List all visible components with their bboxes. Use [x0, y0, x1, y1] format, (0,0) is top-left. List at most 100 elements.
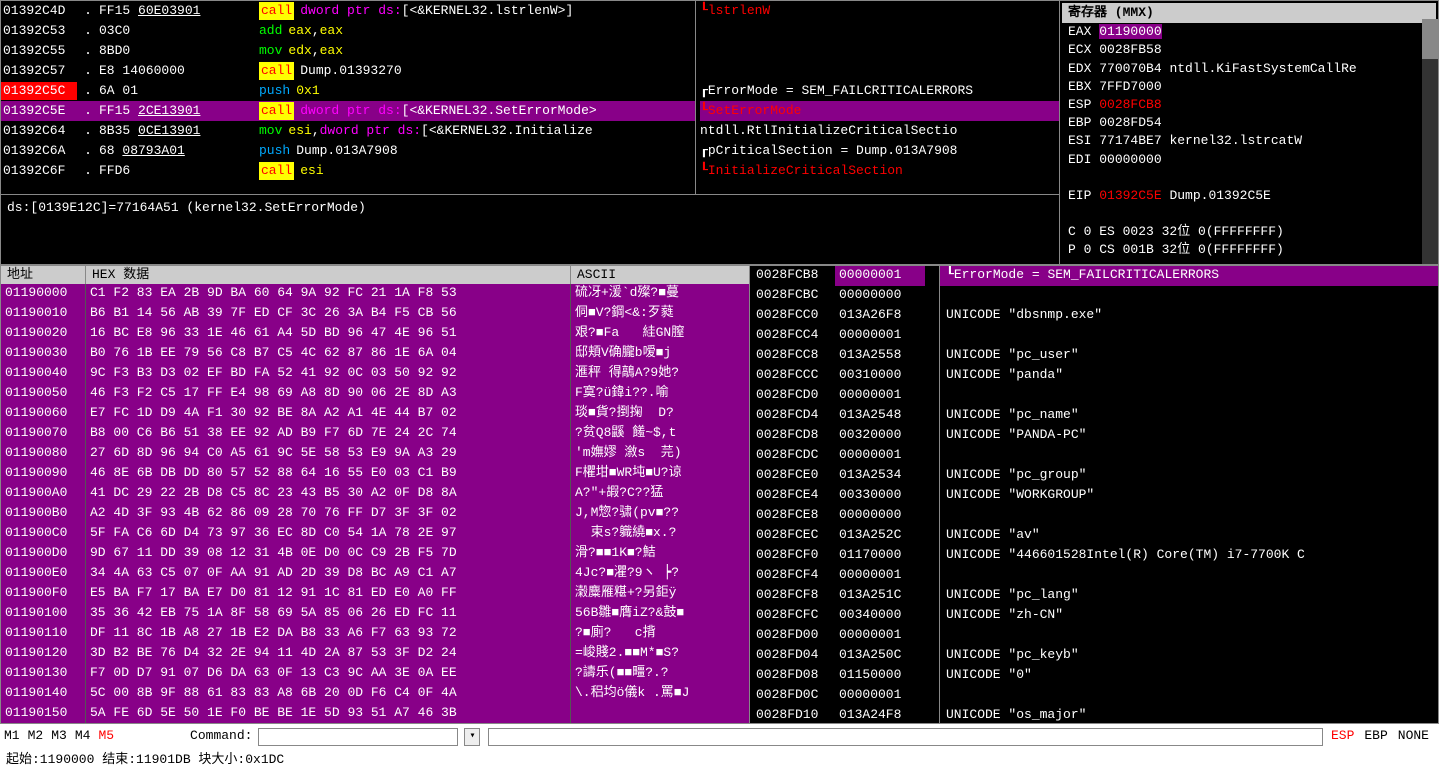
stack-row[interactable]: 0028FCC400000001: [750, 326, 939, 346]
registers-panel[interactable]: 寄存器 (MMX) EAX 01190000ECX 0028FB58EDX 77…: [1060, 0, 1439, 265]
stack-panel[interactable]: 0028FCB8000000010028FCBC000000000028FCC0…: [750, 265, 1439, 724]
stack-row[interactable]: 0028FCC0013A26F8: [750, 306, 939, 326]
disasm-row[interactable]: 01392C5C.6A 01push0x1: [1, 81, 695, 101]
ebp-button[interactable]: EBP: [1364, 727, 1387, 745]
hex-row[interactable]: 011901405C 00 8B 9F 88 61 83 83 A8 6B 20…: [1, 684, 749, 704]
hex-row[interactable]: 01190070B8 00 C6 B6 51 38 EE 92 AD B9 F7…: [1, 424, 749, 444]
disassembly-panel[interactable]: 01392C4D.FF15 60E03901calldword ptr ds:[…: [0, 0, 1060, 195]
register-row[interactable]: [1062, 169, 1436, 187]
m2-label[interactable]: M2: [28, 727, 44, 745]
stack-row[interactable]: 0028FCD000000001: [750, 386, 939, 406]
m5-label[interactable]: M5: [98, 727, 114, 745]
disassembly-listing[interactable]: 01392C4D.FF15 60E03901calldword ptr ds:[…: [1, 1, 696, 194]
scrollbar[interactable]: [1422, 19, 1438, 264]
hex-row[interactable]: 011901203D B2 BE 76 D4 32 2E 94 11 4D 2A…: [1, 644, 749, 664]
hex-row[interactable]: 011900A041 DC 29 22 2B D8 C5 8C 23 43 B5…: [1, 484, 749, 504]
hex-dump-panel[interactable]: 地址 HEX 数据 ASCII 01190000C1 F2 83 EA 2B 9…: [0, 265, 750, 724]
disasm-row[interactable]: 01392C53.03C0addeax,eax: [1, 21, 695, 41]
esp-button[interactable]: ESP: [1331, 727, 1354, 745]
stack-row[interactable]: 0028FD10013A24F8: [750, 706, 939, 723]
disasm-row[interactable]: 01392C4D.FF15 60E03901calldword ptr ds:[…: [1, 1, 695, 21]
register-row[interactable]: ESP 0028FCB8: [1062, 96, 1436, 114]
hex-row[interactable]: 0119010035 36 42 EB 75 1A 8F 58 69 5A 85…: [1, 604, 749, 624]
stack-row[interactable]: 0028FCEC013A252C: [750, 526, 939, 546]
register-row[interactable]: EIP 01392C5E Dump.01392C5E: [1062, 187, 1436, 205]
hex-header: 地址 HEX 数据 ASCII: [1, 266, 749, 284]
disasm-row[interactable]: 01392C6F.FFD6callesi: [1, 161, 695, 181]
stack-row[interactable]: 0028FCB800000001: [750, 266, 939, 286]
register-row[interactable]: EBX 7FFD7000: [1062, 78, 1436, 96]
disasm-row[interactable]: 01392C6A.68 08793A01pushDump.013A7908: [1, 141, 695, 161]
stack-row[interactable]: 0028FCF001170000: [750, 546, 939, 566]
stack-addresses[interactable]: 0028FCB8000000010028FCBC000000000028FCC0…: [750, 266, 940, 723]
m1-label[interactable]: M1: [4, 727, 20, 745]
stack-addr: 0028FCB8: [750, 266, 835, 286]
stack-row[interactable]: 0028FCDC00000001: [750, 446, 939, 466]
disasm-marker: .: [77, 2, 99, 20]
hex-row[interactable]: 011900409C F3 B3 D3 02 EF BD FA 52 41 92…: [1, 364, 749, 384]
register-row[interactable]: [1062, 205, 1436, 223]
stack-comments[interactable]: ┖ErrorMode = SEM_FAILCRITICALERRORSUNICO…: [940, 266, 1438, 723]
command-output[interactable]: [488, 728, 1323, 746]
scroll-thumb[interactable]: [1422, 19, 1438, 59]
register-row[interactable]: P 0 CS 001B 32位 0(FFFFFFFF): [1062, 241, 1436, 259]
hex-row[interactable]: 011900D09D 67 11 DD 39 08 12 31 4B 0E D0…: [1, 544, 749, 564]
disasm-row[interactable]: 01392C57.E8 14060000callDump.01393270: [1, 61, 695, 81]
stack-row[interactable]: 0028FCE0013A2534: [750, 466, 939, 486]
register-row[interactable]: EDX 770070B4 ntdll.KiFastSystemCallRe: [1062, 60, 1436, 78]
hex-row[interactable]: 01190030B0 76 1B EE 79 56 C8 B7 C5 4C 62…: [1, 344, 749, 364]
hex-row[interactable]: 0119008027 6D 8D 96 94 C0 A5 61 9C 5E 58…: [1, 444, 749, 464]
hex-ascii: 艰?■Fa 絓GN膣: [571, 324, 749, 344]
hex-body[interactable]: 01190000C1 F2 83 EA 2B 9D BA 60 64 9A 92…: [1, 284, 749, 723]
hex-ascii: 4Jc?■灈?9ヽ ┝?: [571, 564, 749, 584]
disasm-row[interactable]: 01392C55.8BD0movedx,eax: [1, 41, 695, 61]
disasm-row[interactable]: 01392C5E.FF15 2CE13901calldword ptr ds:[…: [1, 101, 695, 121]
hex-row[interactable]: 0119002016 BC E8 96 33 1E 46 61 A4 5D BD…: [1, 324, 749, 344]
command-dropdown-icon[interactable]: ▾: [464, 728, 480, 746]
hex-row[interactable]: 01190060E7 FC 1D D9 4A F1 30 92 BE 8A A2…: [1, 404, 749, 424]
disassembly-comments[interactable]: ┖lstrlenW┎ErrorMode = SEM_FAILCRITICALER…: [696, 1, 1059, 194]
stack-row[interactable]: 0028FD0000000001: [750, 626, 939, 646]
register-row[interactable]: EDI 00000000: [1062, 151, 1436, 169]
m4-label[interactable]: M4: [75, 727, 91, 745]
hex-row[interactable]: 01190110DF 11 8C 1B A8 27 1B E2 DA B8 33…: [1, 624, 749, 644]
register-row[interactable]: C 0 ES 0023 32位 0(FFFFFFFF): [1062, 223, 1436, 241]
hex-row[interactable]: 01190010B6 B1 14 56 AB 39 7F ED CF 3C 26…: [1, 304, 749, 324]
stack-val: 00340000: [835, 606, 925, 626]
hex-row[interactable]: 011901505A FE 6D 5E 50 1E F0 BE BE 1E 5D…: [1, 704, 749, 723]
stack-row[interactable]: 0028FCE800000000: [750, 506, 939, 526]
stack-row[interactable]: 0028FD04013A250C: [750, 646, 939, 666]
hex-row[interactable]: 011900B0A2 4D 3F 93 4B 62 86 09 28 70 76…: [1, 504, 749, 524]
disasm-marker: .: [77, 42, 99, 60]
hex-row[interactable]: 011900C05F FA C6 6D D4 73 97 36 EC 8D C0…: [1, 524, 749, 544]
register-row[interactable]: ECX 0028FB58: [1062, 41, 1436, 59]
stack-row[interactable]: 0028FCD800320000: [750, 426, 939, 446]
stack-row[interactable]: 0028FCF400000001: [750, 566, 939, 586]
stack-row[interactable]: 0028FCD4013A2548: [750, 406, 939, 426]
stack-row[interactable]: 0028FCBC00000000: [750, 286, 939, 306]
hex-row[interactable]: 01190130F7 0D D7 91 07 D6 DA 63 0F 13 C3…: [1, 664, 749, 684]
stack-row[interactable]: 0028FCCC00310000: [750, 366, 939, 386]
stack-row[interactable]: 0028FCFC00340000: [750, 606, 939, 626]
m3-label[interactable]: M3: [51, 727, 67, 745]
stack-addr: 0028FCEC: [750, 526, 835, 546]
register-row[interactable]: EBP 0028FD54: [1062, 114, 1436, 132]
stack-row[interactable]: 0028FCE400330000: [750, 486, 939, 506]
disasm-address: 01392C6F: [1, 162, 77, 180]
register-row[interactable]: ESI 77174BE7 kernel32.lstrcatW: [1062, 132, 1436, 150]
command-input[interactable]: [258, 728, 458, 746]
hex-row[interactable]: 011900F0E5 BA F7 17 BA E7 D0 81 12 91 1C…: [1, 584, 749, 604]
stack-row[interactable]: 0028FCF8013A251C: [750, 586, 939, 606]
stack-row[interactable]: 0028FD0801150000: [750, 666, 939, 686]
stack-row[interactable]: 0028FD0C00000001: [750, 686, 939, 706]
stack-val: 00310000: [835, 366, 925, 386]
hex-ascii: F欋坩■WR坉■U?谅: [571, 464, 749, 484]
disasm-row[interactable]: 01392C64.8B35 0CE13901movesi,dword ptr d…: [1, 121, 695, 141]
hex-row[interactable]: 011900E034 4A 63 C5 07 0F AA 91 AD 2D 39…: [1, 564, 749, 584]
none-button[interactable]: NONE: [1398, 727, 1429, 745]
register-row[interactable]: EAX 01190000: [1062, 23, 1436, 41]
stack-row[interactable]: 0028FCC8013A2558: [750, 346, 939, 366]
hex-row[interactable]: 0119009046 8E 6B DB DD 80 57 52 88 64 16…: [1, 464, 749, 484]
hex-row[interactable]: 0119005046 F3 F2 C5 17 FF E4 98 69 A8 8D…: [1, 384, 749, 404]
hex-row[interactable]: 01190000C1 F2 83 EA 2B 9D BA 60 64 9A 92…: [1, 284, 749, 304]
